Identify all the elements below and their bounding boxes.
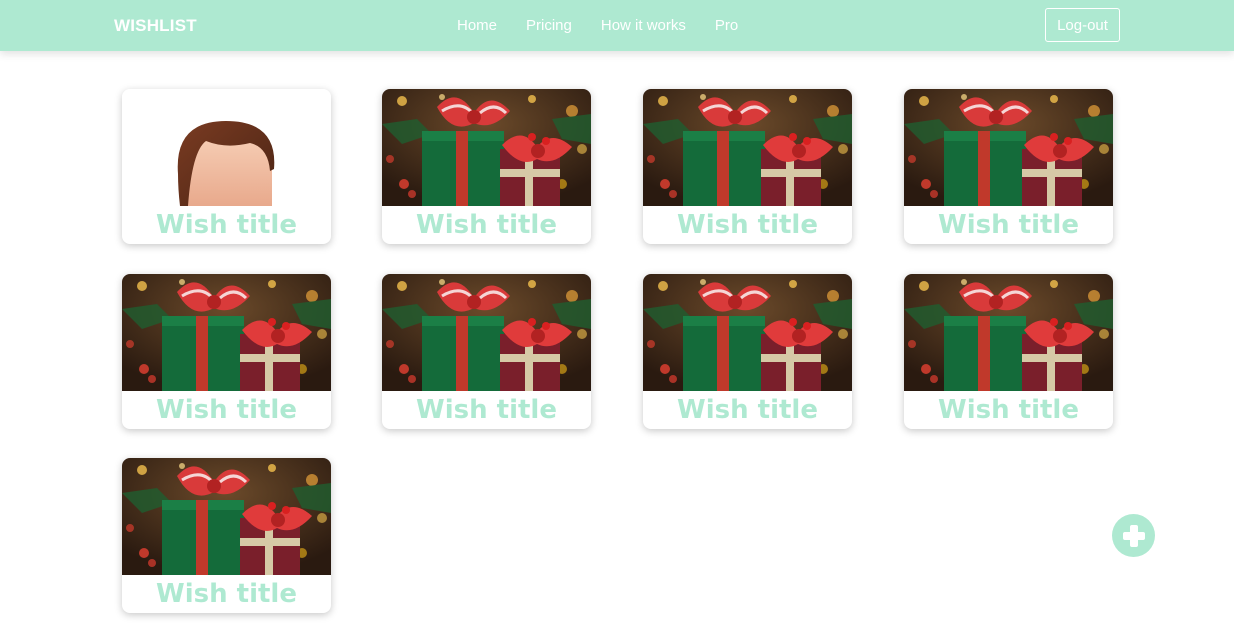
christmas-gifts-image — [382, 89, 591, 206]
christmas-gifts-image — [643, 89, 852, 206]
top-navbar: WISHLIST Home Pricing How it works Pro L… — [0, 0, 1234, 51]
wish-card[interactable]: Wish title — [904, 89, 1113, 244]
christmas-gifts-image — [904, 274, 1113, 391]
logout-button[interactable]: Log-out — [1045, 8, 1120, 42]
wish-title: Wish title — [416, 210, 557, 240]
wish-title: Wish title — [156, 395, 297, 425]
wish-title: Wish title — [677, 210, 818, 240]
nav-link-home[interactable]: Home — [457, 17, 497, 34]
christmas-gifts-image — [382, 274, 591, 391]
wish-card[interactable]: Wish title — [122, 274, 331, 429]
wish-card[interactable]: Wish title — [382, 89, 591, 244]
wish-title: Wish title — [938, 210, 1079, 240]
christmas-gifts-image — [122, 458, 331, 575]
avatar-placeholder-image — [122, 89, 331, 206]
wish-title: Wish title — [416, 395, 557, 425]
wish-title: Wish title — [677, 395, 818, 425]
nav-link-pricing[interactable]: Pricing — [526, 17, 572, 34]
wish-card[interactable]: Wish title — [382, 274, 591, 429]
christmas-gifts-image — [122, 274, 331, 391]
nav-menu: Home Pricing How it works Pro — [457, 17, 767, 34]
wish-card[interactable]: Wish title — [643, 89, 852, 244]
wish-card[interactable]: Wish title — [643, 274, 852, 429]
christmas-gifts-image — [904, 89, 1113, 206]
nav-link-pro[interactable]: Pro — [715, 17, 738, 34]
add-wish-button[interactable] — [1112, 514, 1155, 557]
wish-title: Wish title — [156, 210, 297, 240]
christmas-gifts-image — [643, 274, 852, 391]
nav-link-how-it-works[interactable]: How it works — [601, 17, 686, 34]
wish-card[interactable]: Wish title — [122, 458, 331, 613]
wish-card[interactable]: Wish title — [904, 274, 1113, 429]
plus-icon — [1122, 524, 1145, 547]
wish-title: Wish title — [938, 395, 1079, 425]
wish-card[interactable]: Wish title — [122, 89, 331, 244]
brand-logo[interactable]: WISHLIST — [114, 16, 197, 36]
wish-title: Wish title — [156, 579, 297, 609]
